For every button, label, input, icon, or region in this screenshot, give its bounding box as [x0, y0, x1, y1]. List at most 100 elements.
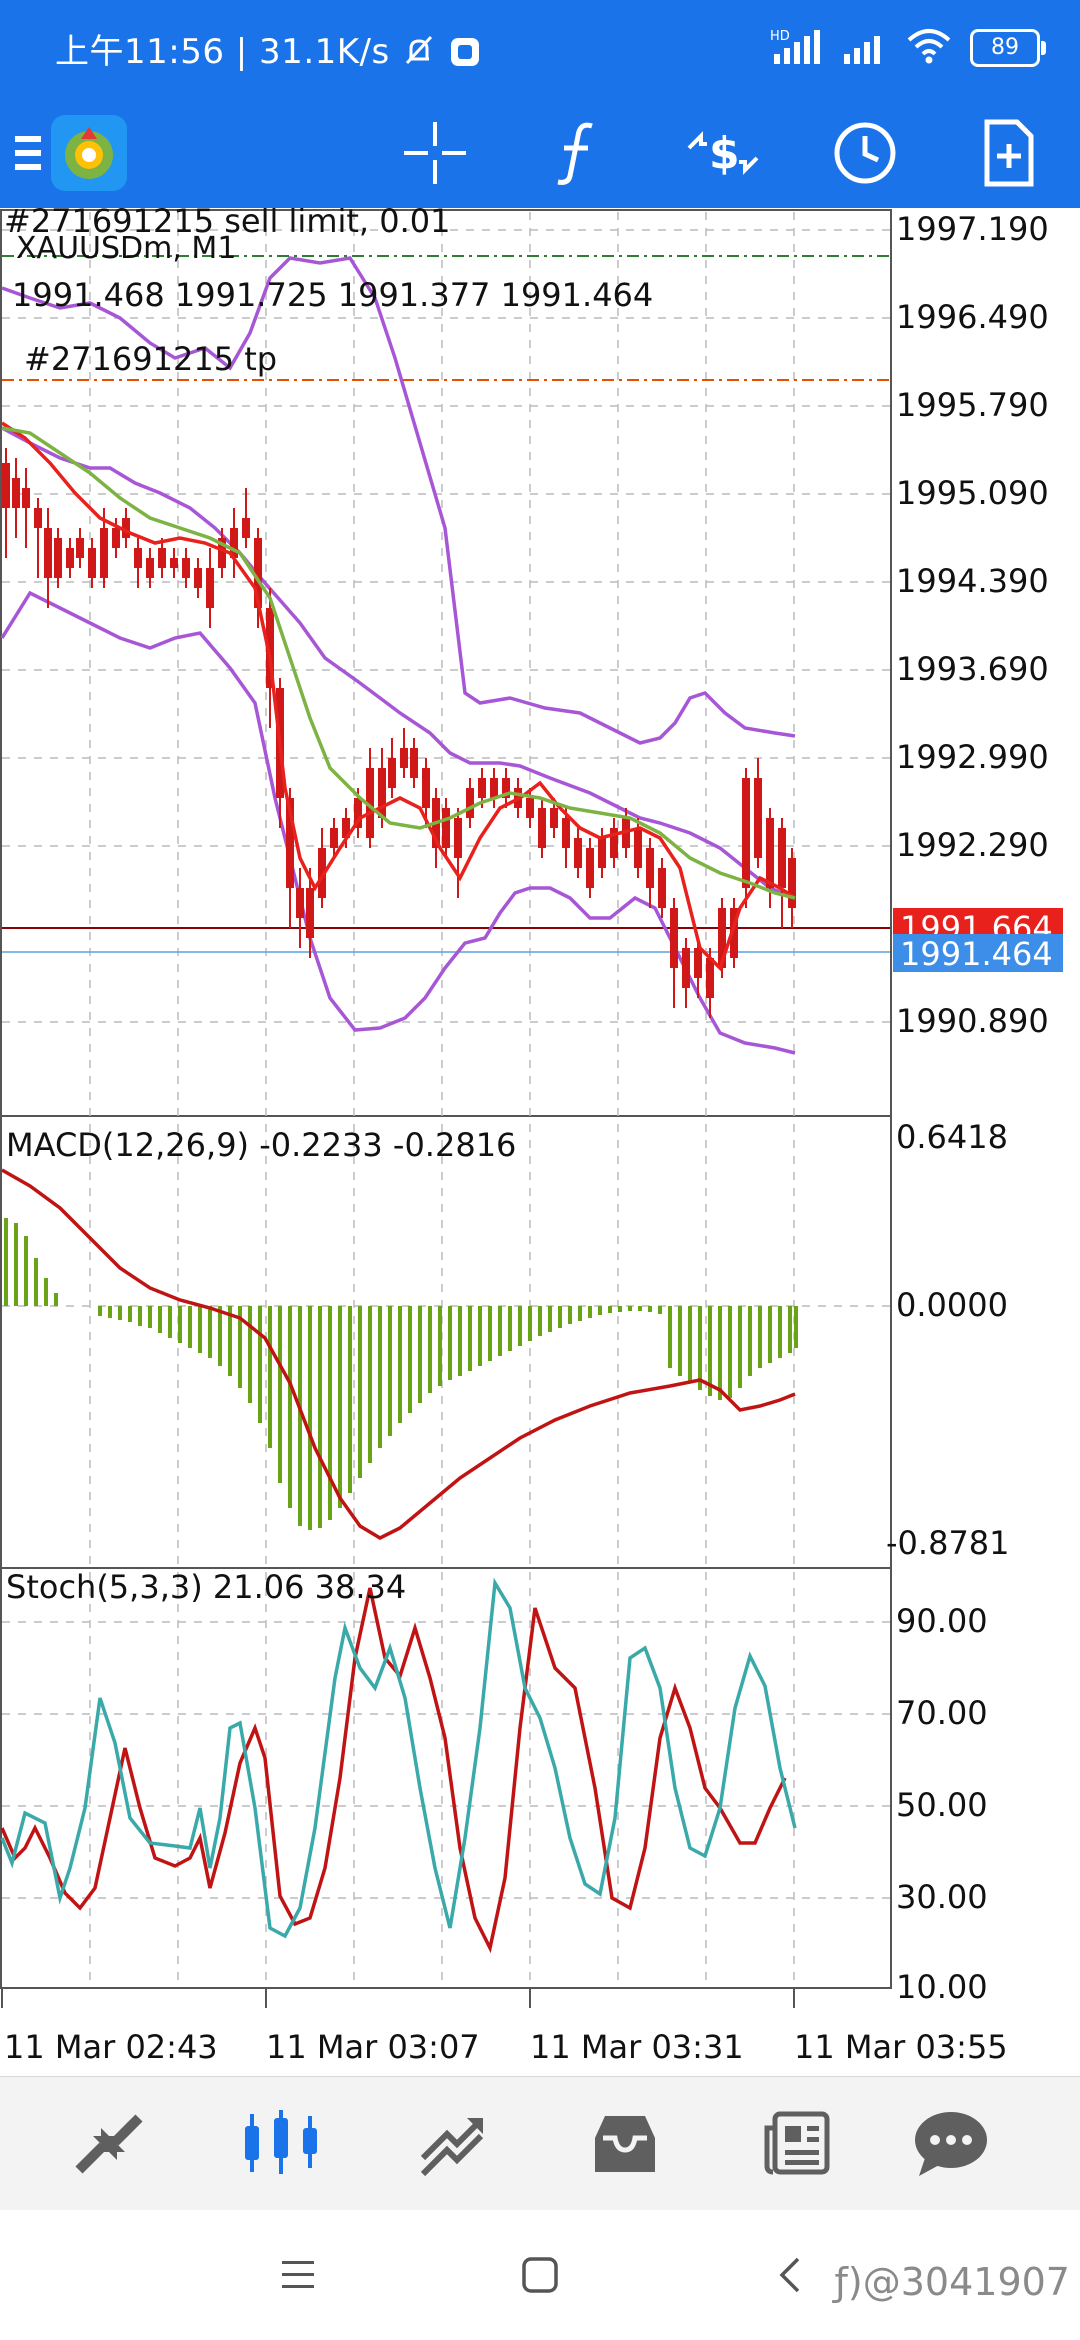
macd-bar: [438, 1306, 442, 1386]
chart-icon[interactable]: [226, 2099, 336, 2189]
candle-body: [34, 508, 42, 528]
mute-bell-icon: [401, 32, 448, 72]
macd-bar: [528, 1306, 532, 1341]
candle-body: [466, 788, 474, 818]
inbox-icon[interactable]: [570, 2099, 680, 2189]
macd-bar: [408, 1306, 412, 1413]
macd-bar: [538, 1306, 542, 1336]
candle-body: [54, 538, 62, 578]
candle-body: [306, 888, 314, 938]
candle-body: [742, 778, 750, 888]
macd-bar: [678, 1306, 682, 1376]
candle-body: [694, 948, 702, 978]
chart-toolbar: $: [0, 98, 1080, 208]
candle-body: [2, 463, 10, 508]
macd-bar: [398, 1306, 402, 1423]
price-tick: 1994.390: [896, 562, 1049, 600]
chart-area[interactable]: #271691215 sell limit, 0.01 XAUUSDm, M1 …: [0, 202, 1080, 2076]
macd-bar: [288, 1306, 292, 1508]
status-indicators: HD 89: [770, 22, 1046, 74]
chart-canvas[interactable]: #271691215 sell limit, 0.01 XAUUSDm, M1 …: [0, 202, 1080, 2076]
candle-body: [646, 848, 654, 888]
battery-icon: 89: [970, 29, 1046, 67]
candle-body: [146, 558, 154, 578]
macd-bar: [658, 1306, 662, 1314]
indicators-icon[interactable]: [533, 108, 623, 198]
macd-bar: [468, 1306, 472, 1371]
macd-bar: [598, 1306, 602, 1315]
trade-icon[interactable]: $: [678, 108, 768, 198]
wifi-icon: [906, 26, 952, 70]
candle-body: [422, 768, 430, 808]
back-chevron-icon[interactable]: [760, 2250, 820, 2300]
macd-bar: [348, 1306, 352, 1493]
crosshair-icon[interactable]: [390, 108, 480, 198]
timeframe-icon[interactable]: [820, 108, 910, 198]
macd-bar: [168, 1306, 172, 1338]
macd-bar: [428, 1306, 432, 1393]
metatrader-logo[interactable]: [44, 108, 134, 198]
stoch-tick: 30.00: [896, 1878, 988, 1916]
macd-bar: [548, 1306, 552, 1332]
symbol-label: XAUUSDm, M1: [16, 231, 236, 266]
candle-body: [182, 558, 190, 578]
macd-bar: [518, 1306, 522, 1346]
macd-tick: -0.8781: [886, 1524, 1010, 1562]
macd-bar: [128, 1306, 132, 1322]
news-icon[interactable]: [742, 2099, 852, 2189]
candle-body: [44, 528, 52, 578]
macd-bar: [418, 1306, 422, 1403]
macd-bar: [718, 1306, 722, 1400]
candle-body: [550, 808, 558, 828]
candle-body: [526, 798, 534, 818]
macd-bar: [148, 1306, 152, 1328]
status-bar: 上午11:56 | 31.1K/s HD 89: [0, 0, 1080, 98]
macd-bar: [108, 1306, 112, 1318]
new-order-icon[interactable]: [964, 108, 1054, 198]
system-navigation-bar: ƒ)@3041907: [0, 2210, 1080, 2340]
price-tick: 1995.090: [896, 474, 1049, 512]
macd-bar: [278, 1306, 282, 1483]
macd-bar: [358, 1306, 362, 1478]
menu-lines-icon[interactable]: [268, 2250, 328, 2300]
candle-body: [574, 838, 582, 868]
candle-body: [194, 568, 202, 588]
candle-body: [170, 558, 178, 568]
candle-body: [158, 548, 166, 568]
chat-icon[interactable]: [896, 2099, 1006, 2189]
svg-text:$: $: [709, 128, 740, 179]
macd-bar: [618, 1306, 622, 1312]
macd-bar: [608, 1306, 612, 1313]
macd-bar: [588, 1306, 592, 1318]
candle-body: [766, 818, 774, 888]
trade-history-icon[interactable]: [398, 2099, 508, 2189]
macd-bar: [788, 1306, 792, 1353]
candle-body: [88, 548, 96, 578]
candle-body: [682, 948, 690, 988]
stoch-label: Stoch(5,3,3) 21.06 38.34: [6, 1568, 406, 1606]
macd-bar: [558, 1306, 562, 1328]
macd-bar: [388, 1306, 392, 1436]
candle-body: [586, 848, 594, 888]
price-tick: 1990.890: [896, 1002, 1049, 1040]
stoch-tick: 50.00: [896, 1786, 988, 1824]
macd-bar: [728, 1306, 732, 1398]
macd-bar: [328, 1306, 332, 1520]
candle-body: [66, 548, 74, 568]
home-square-icon[interactable]: [510, 2250, 570, 2300]
macd-bar: [748, 1306, 752, 1376]
macd-bar: [488, 1306, 492, 1361]
macd-bar: [158, 1306, 162, 1333]
price-tick: 1997.190: [896, 210, 1049, 248]
candle-body: [442, 808, 450, 848]
network-type-text: HD: [770, 29, 790, 44]
macd-bar: [498, 1306, 502, 1356]
candle-body: [788, 858, 796, 908]
macd-tick: 0.0000: [896, 1286, 1008, 1324]
candle-body: [538, 808, 546, 848]
candle-body: [100, 528, 108, 578]
candle-body: [400, 748, 408, 768]
quotes-icon[interactable]: [54, 2099, 164, 2189]
macd-bar: [698, 1306, 702, 1390]
macd-bar: [738, 1306, 742, 1388]
